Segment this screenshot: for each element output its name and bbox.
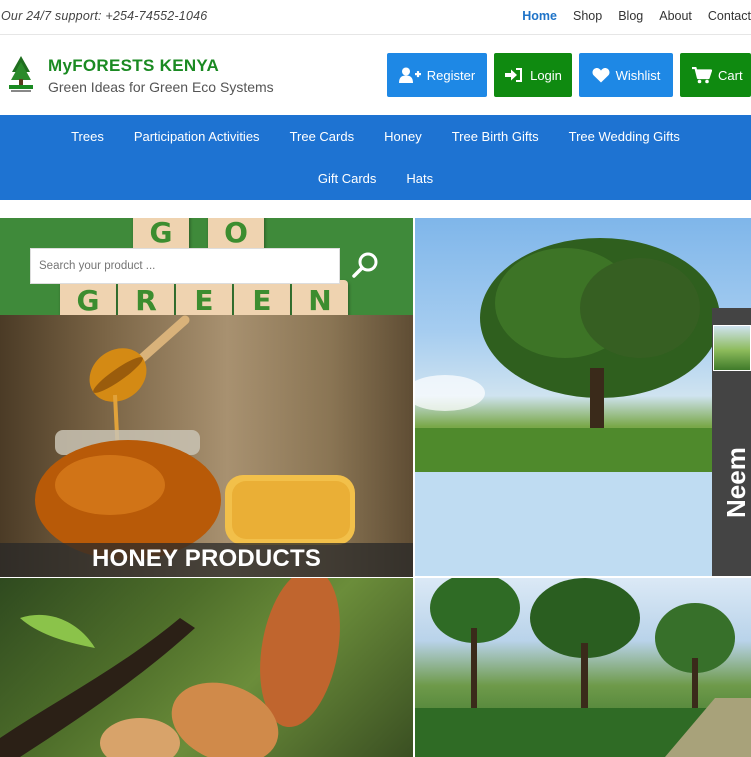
site-header: MyFORESTS KENYA Green Ideas for Green Ec…	[0, 36, 751, 115]
honey-products-title: HONEY PRODUCTS	[91, 545, 322, 572]
top-nav-shop[interactable]: Shop	[573, 9, 602, 23]
register-button[interactable]: Register	[387, 53, 487, 97]
nav-item-tree-cards[interactable]: Tree Cards	[290, 129, 355, 144]
tile-letter-n: N	[292, 280, 348, 315]
category-grid: G O G R E E N HONEY P	[0, 218, 751, 757]
honey-image	[35, 315, 355, 560]
support-text: Our 24/7 support: +254-74552-1046	[1, 9, 208, 23]
nav-item-honey[interactable]: Honey	[384, 129, 422, 144]
cart-label: Cart	[718, 67, 743, 83]
top-nav: Home Shop Blog About Contact	[506, 9, 751, 23]
search-input[interactable]	[31, 249, 339, 283]
forest-plantation-tile[interactable]	[415, 578, 751, 757]
wishlist-label: Wishlist	[615, 67, 661, 83]
add-user-icon	[398, 67, 421, 83]
login-label: Login	[530, 67, 562, 83]
nav-item-tree-wedding-gifts[interactable]: Tree Wedding Gifts	[569, 129, 680, 144]
top-nav-blog[interactable]: Blog	[618, 9, 643, 23]
sign-in-icon	[505, 68, 523, 82]
heart-icon	[592, 68, 610, 83]
site-logo[interactable]	[8, 54, 34, 94]
top-bar: Our 24/7 support: +254-74552-1046 Home S…	[0, 0, 751, 35]
forest-image	[415, 578, 751, 757]
brand-tagline: Green Ideas for Green Eco Systems	[48, 79, 274, 95]
tile-letter-r: R	[118, 280, 174, 315]
login-button[interactable]: Login	[494, 53, 572, 97]
go-green-banner: G O G R E E N	[0, 218, 413, 315]
nav-item-tree-birth-gifts[interactable]: Tree Birth Gifts	[452, 129, 539, 144]
wishlist-button[interactable]: Wishlist	[579, 53, 673, 97]
neem-title: Neem	[721, 447, 751, 518]
cocoa-tile[interactable]	[0, 578, 413, 757]
search-icon[interactable]	[352, 251, 380, 279]
tile-letter-e1: E	[176, 280, 232, 315]
nav-item-participation-activities[interactable]: Participation Activities	[134, 129, 260, 144]
tile-letter-g: G	[60, 280, 116, 315]
neem-tree-image	[415, 218, 751, 472]
nav-item-hats[interactable]: Hats	[406, 171, 433, 186]
neem-tree-illustration	[415, 238, 751, 472]
shopping-cart-icon	[692, 66, 712, 83]
cart-button[interactable]: Cart	[680, 53, 751, 97]
nav-item-gift-cards[interactable]: Gift Cards	[318, 171, 377, 186]
neem-thumbnail[interactable]	[713, 325, 751, 371]
register-label: Register	[426, 67, 476, 83]
brand-name[interactable]: MyFORESTS KENYA	[48, 56, 219, 76]
neem-tile[interactable]: Neem	[415, 218, 751, 576]
main-navigation: Trees Participation Activities Tree Card…	[0, 115, 751, 200]
honey-products-tile[interactable]: HONEY PRODUCTS	[0, 315, 413, 577]
tile-letter-o: O	[208, 218, 264, 252]
top-nav-contact[interactable]: Contact	[708, 9, 751, 23]
search-box	[30, 248, 340, 284]
tile-letter-e2: E	[234, 280, 290, 315]
main-nav-row-1: Trees Participation Activities Tree Card…	[0, 129, 751, 144]
top-nav-about[interactable]: About	[659, 9, 692, 23]
top-nav-home[interactable]: Home	[522, 9, 557, 23]
main-nav-row-2: Gift Cards Hats	[0, 171, 751, 186]
nav-item-trees[interactable]: Trees	[71, 129, 104, 144]
tile-letter-g-top: G	[133, 218, 189, 252]
cocoa-image	[0, 578, 340, 757]
